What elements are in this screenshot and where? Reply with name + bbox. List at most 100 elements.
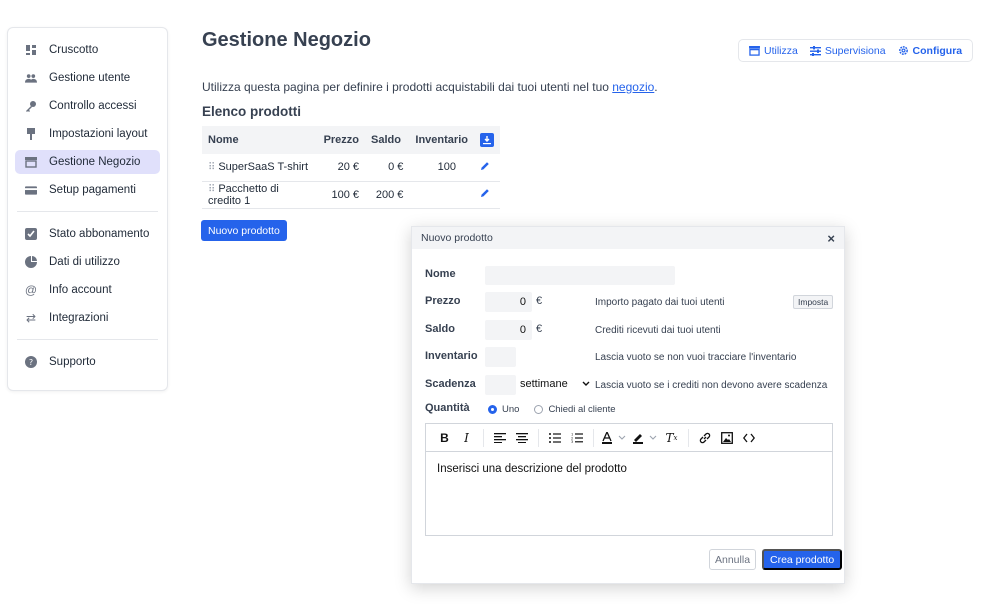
- tab-use[interactable]: Utilizza: [749, 45, 798, 57]
- pencil-icon[interactable]: [480, 189, 490, 201]
- sidebar-item-layout[interactable]: Impostazioni layout: [15, 122, 160, 146]
- inventory-field[interactable]: [485, 347, 516, 367]
- table-row[interactable]: ⠿ SuperSaaS T-shirt 20 € 0 € 100: [202, 154, 500, 182]
- sidebar-item-usage[interactable]: Dati di utilizzo: [15, 250, 160, 274]
- drag-handle-icon[interactable]: ⠿: [208, 184, 215, 195]
- column-header-name: Nome: [202, 126, 318, 154]
- align-left-icon[interactable]: [490, 428, 509, 447]
- sidebar-item-label: Gestione utente: [49, 72, 131, 84]
- edit-cell: [473, 181, 500, 209]
- gear-icon: [898, 45, 909, 56]
- inventory-hint: Lascia vuoto se non vuoi tracciare l'inv…: [595, 352, 797, 363]
- sidebar: Cruscotto Gestione utente Controllo acce…: [7, 27, 168, 391]
- tab-supervise[interactable]: Supervisiona: [809, 44, 886, 57]
- quantity-radio-ask[interactable]: [534, 405, 544, 414]
- products-table: Nome Prezzo Saldo Inventario ⠿ SuperSaaS …: [202, 126, 500, 209]
- toolbar-divider: [688, 428, 689, 447]
- table-row[interactable]: ⠿ Pacchetto di credito 1 100 € 200 €: [202, 181, 500, 209]
- sidebar-divider: [17, 339, 158, 340]
- link-icon[interactable]: [695, 428, 714, 447]
- help-icon: ?: [25, 356, 37, 368]
- product-name-cell: ⠿ Pacchetto di credito 1: [202, 181, 318, 209]
- sidebar-item-access[interactable]: Controllo accessi: [15, 94, 160, 118]
- align-center-icon[interactable]: [512, 428, 531, 447]
- new-product-button[interactable]: Nuovo prodotto: [201, 220, 287, 241]
- tab-configure[interactable]: Configura: [898, 44, 963, 57]
- product-inventory: [409, 181, 474, 209]
- toolbar-divider: [483, 428, 484, 447]
- expiry-label: Scadenza: [425, 378, 476, 390]
- product-price: 100 €: [317, 181, 366, 209]
- quantity-label: Quantità: [425, 402, 470, 414]
- numbered-list-icon[interactable]: 123: [567, 428, 586, 447]
- pencil-icon[interactable]: [480, 161, 490, 174]
- expiry-unit-value: settimane: [520, 378, 568, 390]
- sidebar-item-dashboard[interactable]: Cruscotto: [15, 38, 160, 62]
- sidebar-item-payments[interactable]: Setup pagamenti: [15, 178, 160, 202]
- download-icon[interactable]: [479, 132, 494, 147]
- clear-format-icon[interactable]: Tx: [662, 428, 681, 447]
- balance-label: Saldo: [425, 323, 455, 335]
- create-product-button[interactable]: Crea prodotto: [762, 549, 843, 570]
- image-icon[interactable]: [717, 428, 736, 447]
- expiry-field[interactable]: [485, 375, 516, 395]
- description-editor: B I 123 Tx Inserisci una descrizione del…: [425, 423, 833, 536]
- tab-label: Supervisiona: [824, 44, 886, 57]
- brush-icon: [25, 128, 37, 140]
- sidebar-item-label: Info account: [49, 284, 112, 296]
- sidebar-item-label: Stato abbonamento: [49, 228, 150, 240]
- drag-handle-icon[interactable]: ⠿: [208, 162, 215, 173]
- table-header-row: Nome Prezzo Saldo Inventario: [202, 126, 500, 154]
- name-field[interactable]: [485, 266, 675, 285]
- intro-body: Utilizza questa pagina per definire i pr…: [202, 80, 613, 94]
- key-icon: [25, 100, 37, 112]
- toolbar-divider: [593, 428, 594, 447]
- bullet-list-icon[interactable]: [545, 428, 564, 447]
- price-hint: Importo pagato dai tuoi utenti: [595, 297, 725, 308]
- pie-chart-icon: [25, 256, 37, 268]
- intro-text: Utilizza questa pagina per definire i pr…: [202, 80, 658, 94]
- sidebar-item-support[interactable]: ? Supporto: [15, 350, 160, 374]
- sidebar-item-label: Integrazioni: [49, 312, 109, 324]
- quantity-radio-one[interactable]: [488, 405, 497, 414]
- quantity-ask-label: Chiedi al cliente: [548, 404, 616, 415]
- sidebar-item-subscription[interactable]: Stato abbonamento: [15, 222, 160, 246]
- description-input[interactable]: Inserisci una descrizione del prodotto: [426, 452, 832, 486]
- name-label: Nome: [425, 268, 456, 280]
- svg-text:3: 3: [571, 440, 573, 443]
- toolbar-divider: [538, 428, 539, 447]
- set-price-button[interactable]: Imposta: [793, 295, 834, 309]
- sliders-icon: [809, 45, 821, 56]
- product-name: SuperSaaS T-shirt: [218, 161, 309, 174]
- tab-label: Configura: [912, 44, 963, 57]
- price-currency: €: [536, 295, 543, 307]
- balance-field[interactable]: 0: [485, 320, 532, 340]
- sidebar-item-integrations[interactable]: ⇄ Integrazioni: [15, 306, 160, 330]
- sidebar-item-users[interactable]: Gestione utente: [15, 66, 160, 90]
- close-icon[interactable]: ×: [827, 231, 835, 246]
- sidebar-item-label: Controllo accessi: [49, 100, 137, 112]
- sidebar-item-account[interactable]: @ Info account: [15, 278, 160, 302]
- price-field[interactable]: 0: [485, 292, 532, 312]
- sidebar-item-store[interactable]: Gestione Negozio: [15, 150, 160, 174]
- bold-icon[interactable]: B: [435, 428, 454, 447]
- highlight-icon[interactable]: [631, 428, 659, 447]
- text-color-icon[interactable]: [600, 428, 628, 447]
- sidebar-item-label: Supporto: [49, 356, 96, 368]
- code-icon[interactable]: [739, 428, 758, 447]
- expiry-hint: Lascia vuoto se i crediti non devono ave…: [595, 380, 828, 391]
- dialog-header: Nuovo prodotto ×: [412, 227, 844, 249]
- expiry-unit-select[interactable]: settimane: [520, 375, 590, 393]
- italic-icon[interactable]: I: [457, 428, 476, 447]
- cancel-button[interactable]: Annulla: [709, 549, 757, 570]
- sidebar-item-label: Cruscotto: [49, 44, 99, 56]
- balance-currency: €: [536, 323, 543, 335]
- svg-text:?: ?: [29, 358, 33, 367]
- product-balance: 0 €: [365, 154, 410, 182]
- chevron-down-icon: [582, 378, 590, 390]
- dialog-title: Nuovo prodotto: [421, 232, 493, 244]
- store-link[interactable]: negozio: [612, 80, 654, 94]
- at-icon: @: [24, 283, 38, 297]
- product-name-cell: ⠿ SuperSaaS T-shirt: [202, 154, 318, 182]
- page-title: Gestione Negozio: [202, 29, 371, 51]
